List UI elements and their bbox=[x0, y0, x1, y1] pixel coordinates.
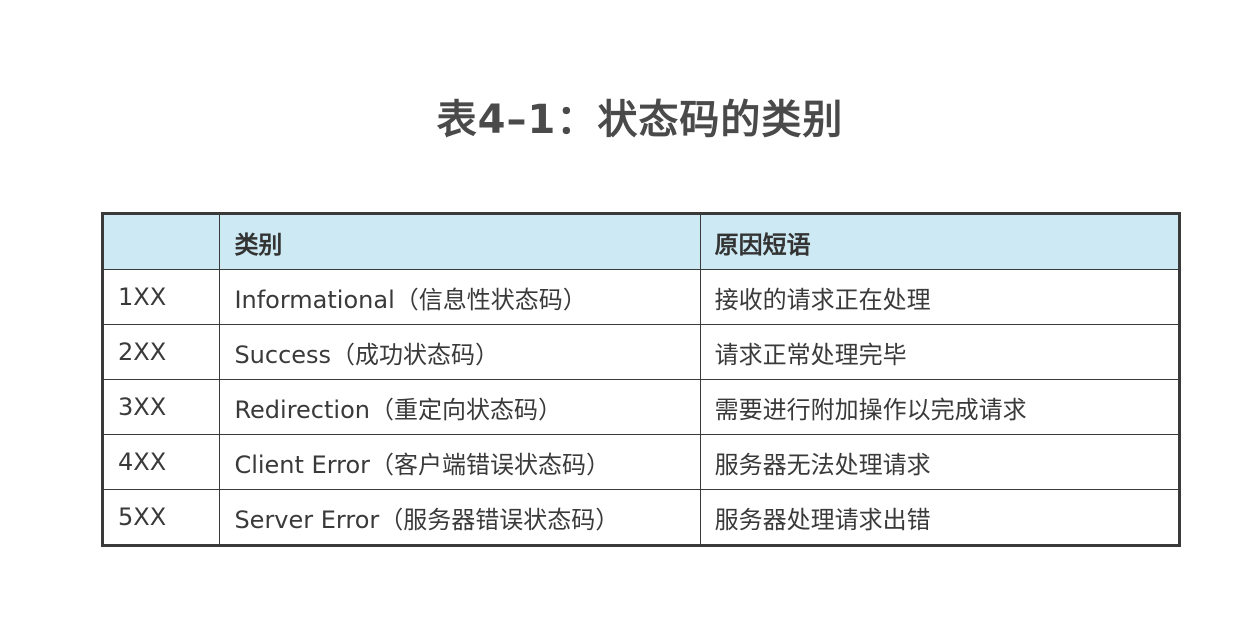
header-category: 类别 bbox=[219, 213, 701, 270]
status-code-cell: 1XX bbox=[101, 269, 221, 325]
reason-phrase-cell: 接收的请求正在处理 bbox=[699, 269, 1181, 325]
category-cell: Server Error（服务器错误状态码） bbox=[219, 489, 701, 546]
reason-phrase-cell: 服务器无法处理请求 bbox=[699, 434, 1181, 490]
table-title: 表4–1：状态码的类别 bbox=[436, 97, 844, 143]
status-code-cell: 2XX bbox=[101, 324, 221, 380]
table-row: 4XX Client Error（客户端错误状态码） 服务器无法处理请求 bbox=[101, 434, 1181, 490]
status-code-cell: 4XX bbox=[101, 434, 221, 490]
table-header-row: 类别 原因短语 bbox=[101, 213, 1181, 270]
header-code bbox=[101, 213, 221, 270]
table-row: 2XX Success（成功状态码） 请求正常处理完毕 bbox=[101, 324, 1181, 380]
category-cell: Informational（信息性状态码） bbox=[219, 269, 701, 325]
status-code-cell: 5XX bbox=[101, 489, 221, 546]
reason-phrase-cell: 需要进行附加操作以完成请求 bbox=[699, 379, 1181, 435]
category-cell: Client Error（客户端错误状态码） bbox=[219, 434, 701, 490]
status-code-table: 类别 原因短语 1XX Informational（信息性状态码） 接收的请求正… bbox=[101, 212, 1181, 547]
header-reason-phrase: 原因短语 bbox=[699, 213, 1181, 270]
status-code-cell: 3XX bbox=[101, 379, 221, 435]
reason-phrase-cell: 服务器处理请求出错 bbox=[699, 489, 1181, 546]
reason-phrase-cell: 请求正常处理完毕 bbox=[699, 324, 1181, 380]
category-cell: Redirection（重定向状态码） bbox=[219, 379, 701, 435]
table-row: 5XX Server Error（服务器错误状态码） 服务器处理请求出错 bbox=[101, 489, 1181, 546]
category-cell: Success（成功状态码） bbox=[219, 324, 701, 380]
table-row: 1XX Informational（信息性状态码） 接收的请求正在处理 bbox=[101, 269, 1181, 325]
table-row: 3XX Redirection（重定向状态码） 需要进行附加操作以完成请求 bbox=[101, 379, 1181, 435]
